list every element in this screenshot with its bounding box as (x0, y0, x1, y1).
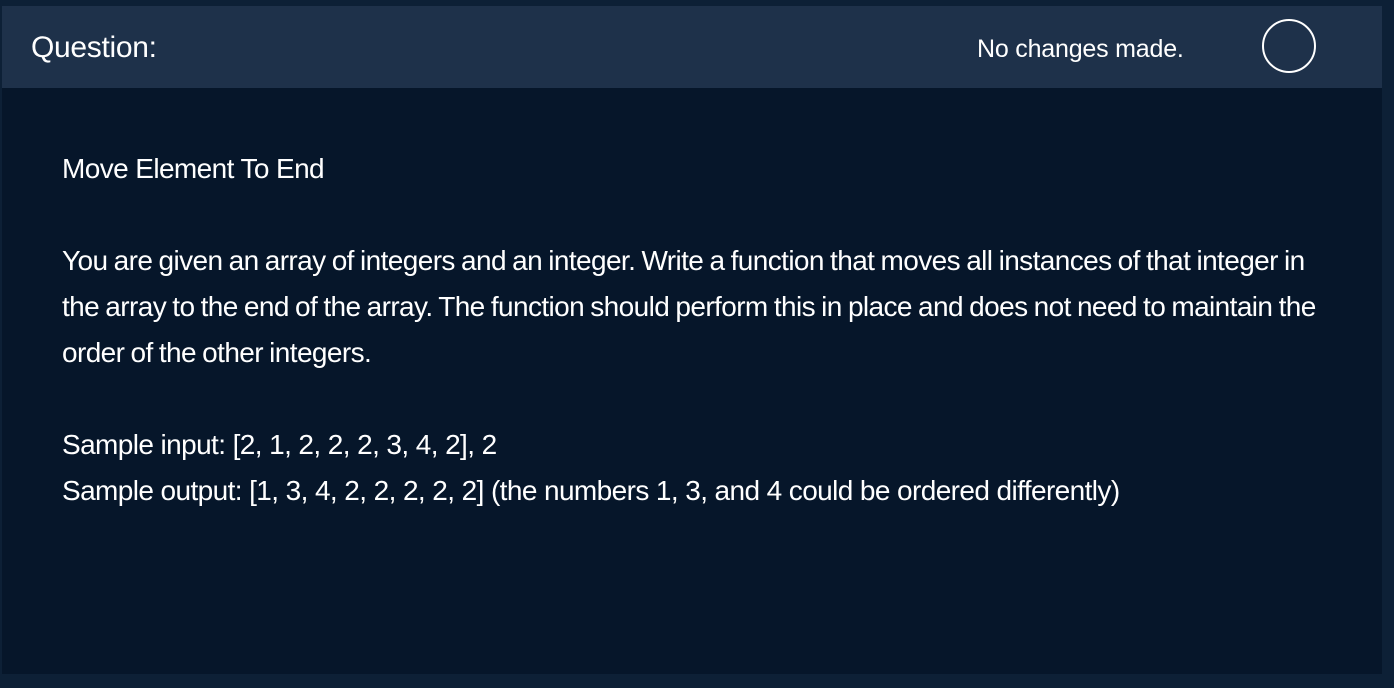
problem-title: Move Element To End (62, 153, 325, 184)
sample-block: Sample input: [2, 1, 2, 2, 2, 3, 4, 2], … (62, 422, 1342, 514)
save-status-text: No changes made. (977, 35, 1184, 63)
sample-output: Sample output: [1, 3, 4, 2, 2, 2, 2, 2] … (62, 475, 1120, 506)
question-header: Question: No changes made. (2, 6, 1382, 88)
question-panel: Question: No changes made. Move Element … (2, 6, 1382, 674)
problem-description: You are given an array of integers and a… (62, 245, 1316, 368)
sample-input: Sample input: [2, 1, 2, 2, 2, 3, 4, 2], … (62, 429, 497, 460)
header-title: Question: (31, 31, 157, 64)
status-circle-button[interactable] (1262, 19, 1316, 73)
question-content: Move Element To End You are given an arr… (62, 146, 1342, 514)
